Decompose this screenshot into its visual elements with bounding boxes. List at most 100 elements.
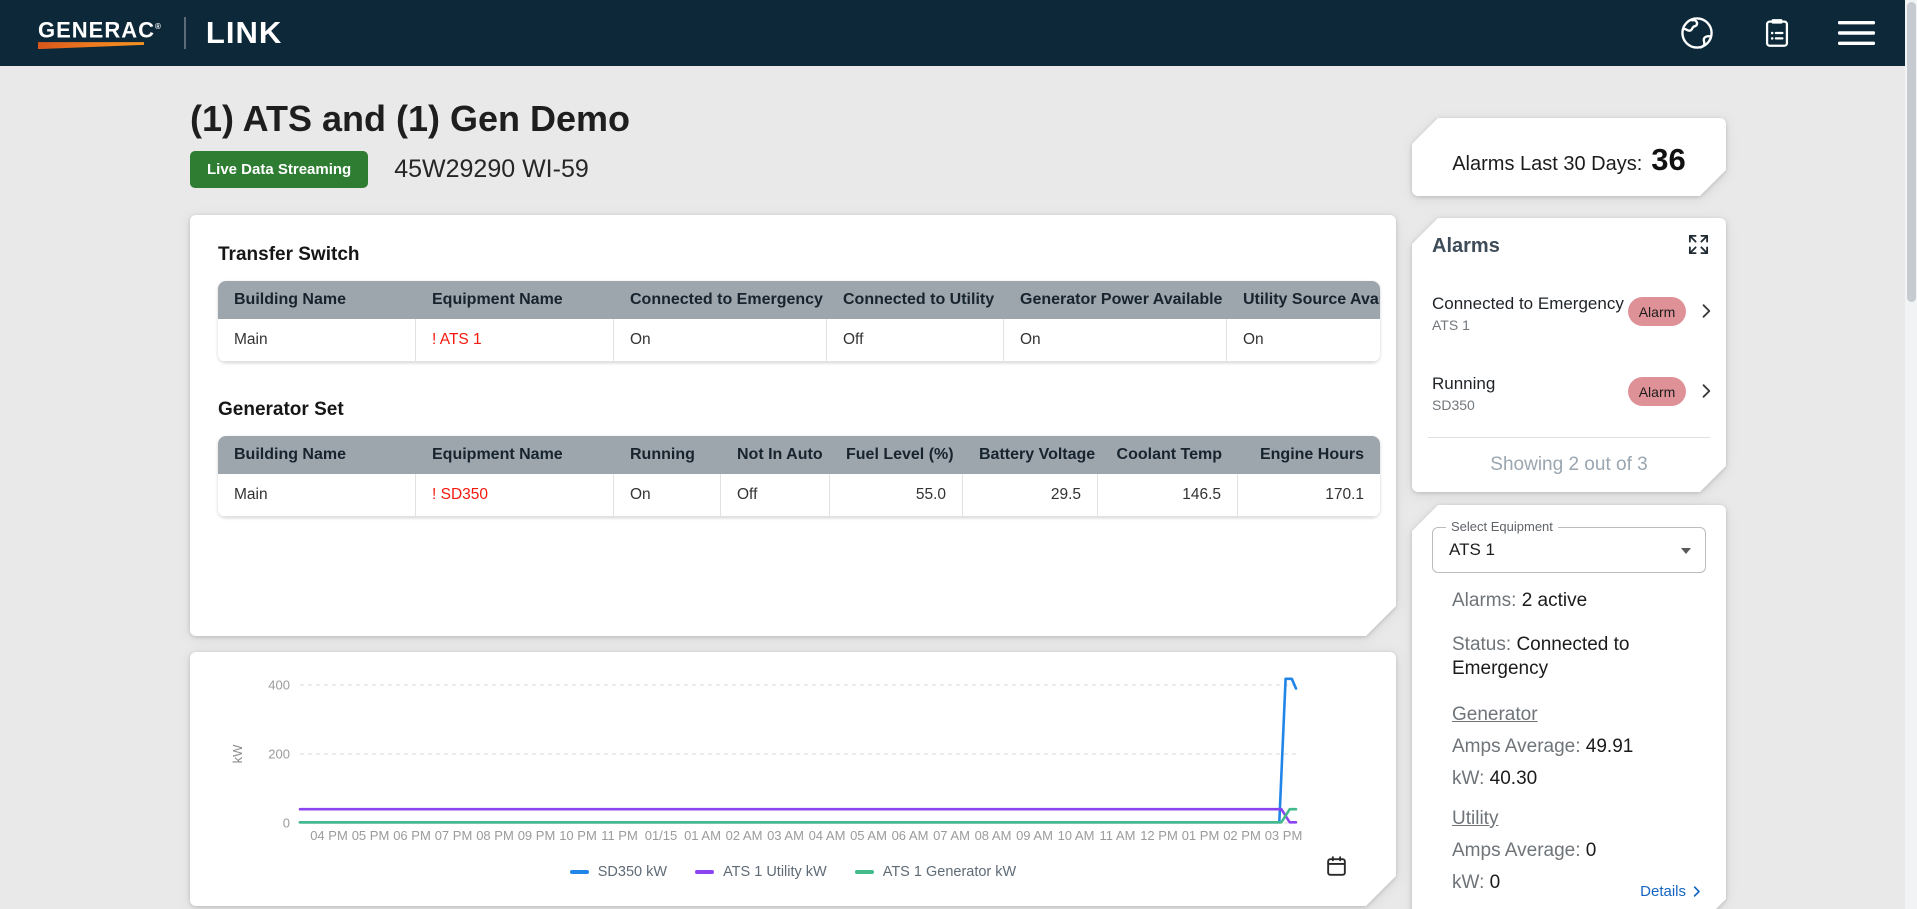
svg-text:09 AM: 09 AM (1016, 828, 1053, 843)
transfer-switch-table: Building NameEquipment NameConnected to … (218, 281, 1380, 362)
brand-divider (184, 17, 186, 49)
svg-text:10 PM: 10 PM (559, 828, 597, 843)
generac-logo[interactable]: GENERAC® (38, 17, 162, 49)
site-subtitle: Live Data Streaming 45W29290 WI-59 (190, 151, 589, 188)
calendar-icon[interactable] (1324, 854, 1349, 879)
table-cell: 146.5 (1098, 474, 1238, 517)
legend-label: ATS 1 Generator kW (883, 864, 1017, 880)
legend-swatch (855, 870, 874, 874)
table-cell: Main (218, 474, 416, 517)
table-header-cell: Utility Source Available (1227, 281, 1380, 319)
chevron-right-icon (1689, 884, 1704, 899)
svg-text:0: 0 (283, 816, 290, 831)
table-header-cell: Battery Voltage (963, 436, 1098, 474)
chevron-right-icon (1696, 381, 1716, 401)
table-row[interactable]: Main! ATS 1OnOffOnOn (218, 319, 1380, 362)
table-header-cell: Generator Power Available (1004, 281, 1227, 319)
alarm-title: Connected to Emergency (1432, 294, 1624, 314)
svg-text:400: 400 (268, 678, 290, 693)
equipment-tables-card: Transfer Switch Building NameEquipment N… (190, 215, 1396, 636)
select-equipment-label: Select Equipment (1446, 519, 1558, 534)
top-navbar: GENERAC® LINK (0, 0, 1917, 66)
alarms-30days-count: 36 (1651, 142, 1685, 178)
table-header-cell: Connected to Emergency (614, 281, 827, 319)
generator-section-heading: Generator (1452, 703, 1538, 727)
svg-text:12 PM: 12 PM (1140, 828, 1178, 843)
table-cell: On (614, 474, 721, 517)
alarms-summary-card: Alarms Last 30 Days: 36 (1412, 118, 1726, 196)
clipboard-icon[interactable] (1760, 16, 1794, 50)
svg-text:01/15: 01/15 (645, 828, 678, 843)
legend-label: SD350 kW (598, 864, 667, 880)
legend-label: ATS 1 Utility kW (723, 864, 827, 880)
transfer-switch-title: Transfer Switch (218, 244, 1396, 266)
alarm-title: Running (1432, 374, 1495, 394)
table-cell: 170.1 (1238, 474, 1380, 517)
alarm-status-badge: Alarm (1628, 297, 1686, 326)
table-header-cell: Connected to Utility (827, 281, 1004, 319)
generator-kw-line: kW: 40.30 (1452, 767, 1537, 791)
svg-text:08 PM: 08 PM (476, 828, 514, 843)
alarm-equipment: SD350 (1432, 397, 1475, 413)
navbar-actions (1678, 0, 1875, 66)
divider (1428, 437, 1710, 438)
table-cell: 55.0 (830, 474, 963, 517)
chevron-down-icon (1681, 548, 1691, 554)
svg-text:11 AM: 11 AM (1100, 828, 1136, 843)
generac-swoosh (38, 42, 144, 49)
generator-set-title: Generator Set (218, 399, 1396, 421)
svg-text:02 AM: 02 AM (726, 828, 763, 843)
generator-amps-line: Amps Average: 49.91 (1452, 735, 1633, 759)
select-equipment-value: ATS 1 (1449, 540, 1495, 560)
table-header-cell: Equipment Name (416, 281, 614, 319)
alarms-30days-label: Alarms Last 30 Days: (1452, 153, 1642, 176)
alarm-list-item[interactable]: Running SD350 Alarm (1412, 370, 1726, 428)
svg-text:01 AM: 01 AM (684, 828, 721, 843)
chevron-right-icon (1696, 301, 1716, 321)
legend-item[interactable]: ATS 1 Generator kW (855, 864, 1017, 880)
utility-kw-line: kW: 0 (1452, 871, 1500, 895)
table-header-cell: Not In Auto (721, 436, 830, 474)
expand-icon[interactable] (1687, 233, 1710, 256)
utility-section-heading: Utility (1452, 807, 1498, 831)
transfer-switch-table-container: Building NameEquipment NameConnected to … (218, 281, 1380, 362)
svg-text:200: 200 (268, 747, 290, 762)
table-cell: ! SD350 (416, 474, 614, 517)
svg-text:01 PM: 01 PM (1182, 828, 1220, 843)
globe-icon[interactable] (1678, 14, 1716, 52)
svg-text:11 PM: 11 PM (601, 828, 638, 843)
table-cell: On (1227, 319, 1380, 362)
legend-swatch (695, 870, 714, 874)
table-cell: On (614, 319, 827, 362)
svg-text:08 AM: 08 AM (975, 828, 1012, 843)
alarm-equipment: ATS 1 (1432, 317, 1470, 333)
table-cell: On (1004, 319, 1227, 362)
generator-set-table-container: Building NameEquipment NameRunningNot In… (218, 436, 1380, 517)
page-scrollbar[interactable] (1905, 0, 1917, 909)
generac-wordmark: GENERAC® (38, 17, 162, 40)
table-cell: Main (218, 319, 416, 362)
table-header-cell: Equipment Name (416, 436, 614, 474)
live-data-streaming-badge: Live Data Streaming (190, 151, 368, 188)
svg-text:07 AM: 07 AM (933, 828, 970, 843)
utility-amps-line: Amps Average: 0 (1452, 839, 1596, 863)
legend-item[interactable]: ATS 1 Utility kW (695, 864, 827, 880)
svg-text:03 AM: 03 AM (767, 828, 804, 843)
details-link[interactable]: Details (1640, 883, 1704, 900)
alarm-list-item[interactable]: Connected to Emergency ATS 1 Alarm (1412, 290, 1726, 348)
power-chart: 0200400kW04 PM05 PM06 PM07 PM08 PM09 PM1… (190, 652, 1396, 852)
table-cell: 29.5 (963, 474, 1098, 517)
table-cell: Off (827, 319, 1004, 362)
table-cell: ! ATS 1 (416, 319, 614, 362)
menu-icon[interactable] (1838, 19, 1875, 47)
site-serial: 45W29290 WI-59 (394, 155, 589, 184)
power-chart-card: 0200400kW04 PM05 PM06 PM07 PM08 PM09 PM1… (190, 652, 1396, 906)
select-equipment-dropdown[interactable]: Select Equipment ATS 1 (1432, 527, 1706, 573)
scrollbar-thumb[interactable] (1907, 2, 1916, 302)
svg-text:04 PM: 04 PM (310, 828, 348, 843)
svg-text:03 PM: 03 PM (1265, 828, 1303, 843)
table-cell: Off (721, 474, 830, 517)
table-row[interactable]: Main! SD350OnOff55.029.5146.5170.1 (218, 474, 1380, 517)
alarm-status-badge: Alarm (1628, 377, 1686, 406)
legend-item[interactable]: SD350 kW (570, 864, 667, 880)
